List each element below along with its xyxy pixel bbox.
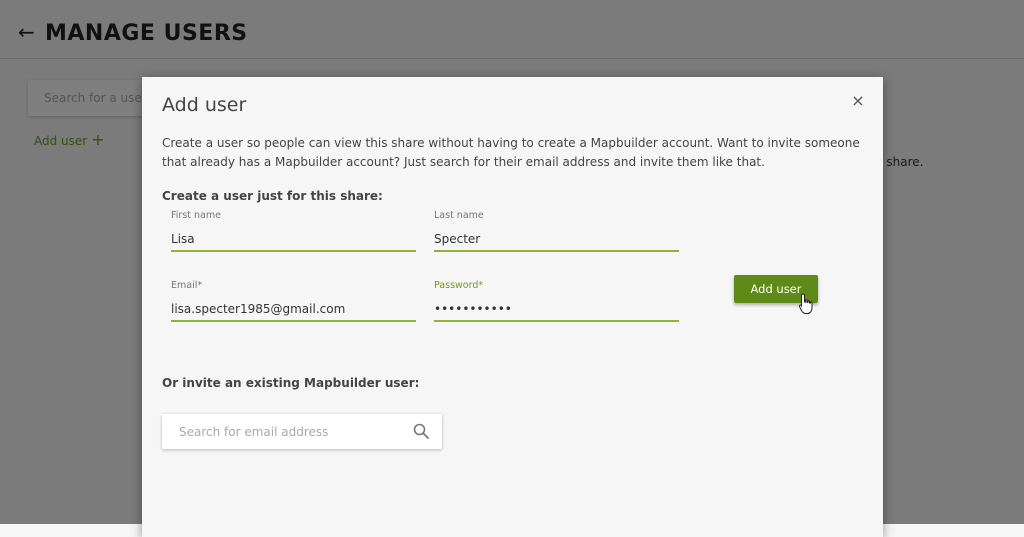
last-name-field: Last name [434, 210, 679, 258]
password-field: Password* [434, 280, 679, 328]
email-label: Email* [171, 280, 203, 291]
last-name-input[interactable] [434, 228, 679, 252]
search-icon[interactable] [413, 423, 429, 439]
close-icon[interactable]: × [849, 92, 867, 110]
create-user-heading: Create a user just for this share: [162, 189, 383, 203]
add-user-modal: Add user × Create a user so people can v… [142, 77, 883, 537]
email-input[interactable] [171, 298, 416, 322]
invite-search-box [162, 414, 442, 449]
first-name-field: First name [171, 210, 416, 258]
password-input[interactable] [434, 298, 679, 322]
password-label: Password* [434, 280, 484, 291]
hand-pointer-icon [798, 293, 813, 314]
first-name-label: First name [171, 210, 221, 221]
last-name-label: Last name [434, 210, 484, 221]
email-search-input[interactable] [177, 422, 401, 442]
modal-intro-text: Create a user so people can view this sh… [162, 136, 860, 169]
invite-existing-heading: Or invite an existing Mapbuilder user: [162, 376, 420, 390]
first-name-input[interactable] [171, 228, 416, 252]
email-field: Email* [171, 280, 416, 328]
modal-title: Add user [162, 94, 247, 116]
